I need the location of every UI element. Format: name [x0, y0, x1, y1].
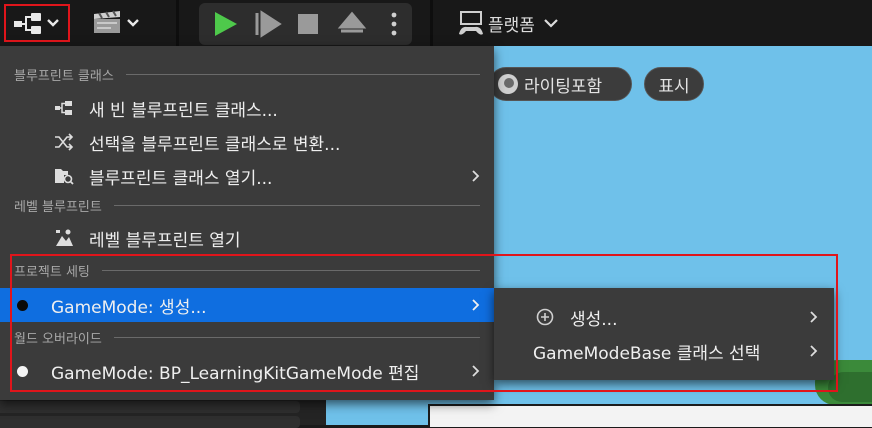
section-title: 레벨 블루프린트 [14, 199, 102, 215]
platforms-menu-button[interactable]: 플랫폼 [456, 8, 561, 38]
chevron-right-icon [472, 365, 480, 377]
blueprint-menu-button[interactable] [4, 4, 70, 42]
submenu-item-create[interactable]: 생성... [494, 300, 834, 334]
main-toolbar: 플랫폼 [0, 0, 872, 46]
viewport-ui-panel [428, 404, 872, 427]
menu-item-new-blueprint-class[interactable]: 새 빈 블루프린트 클래스... [0, 91, 494, 125]
blueprint-dropdown-menu: 블루프린트 클래스 새 빈 블루프린트 클래스... 선택을 블루프린트 클래스… [0, 46, 494, 400]
chevron-right-icon [472, 170, 480, 182]
section-header-blueprint-class: 블루프린트 클래스 [14, 64, 480, 84]
bullet-icon [17, 299, 28, 311]
section-title: 블루프린트 클래스 [14, 68, 114, 84]
gamemode-create-submenu: 생성... GameModeBase 클래스 선택 [494, 288, 834, 380]
toolbar-separator [430, 0, 433, 46]
level-blueprint-icon [54, 228, 74, 248]
menu-item-label: GameMode: 생성... [51, 297, 207, 318]
section-title: 월드 오버라이드 [14, 331, 102, 347]
section-title: 프로젝트 세팅 [14, 264, 90, 280]
chevron-right-icon [810, 311, 818, 323]
chevron-right-icon [810, 345, 818, 357]
submenu-item-label: GameModeBase 클래스 선택 [533, 343, 761, 364]
menu-item-open-level-blueprint[interactable]: 레벨 블루프린트 열기 [0, 221, 494, 255]
platforms-label: 플랫폼 [488, 15, 535, 36]
menu-item-label: 레벨 블루프린트 열기 [89, 230, 241, 251]
clapperboard-icon [94, 10, 139, 33]
chevron-right-icon [472, 299, 480, 311]
submenu-item-label: 생성... [570, 309, 618, 330]
menu-item-gamemode-create[interactable]: GameMode: 생성... [0, 288, 494, 322]
left-panel-row [0, 416, 300, 428]
section-header-world-override: 월드 오버라이드 [14, 327, 480, 347]
left-panel-row [0, 401, 300, 413]
section-header-level-blueprint: 레벨 블루프린트 [14, 195, 480, 215]
lighting-sphere-icon [498, 74, 518, 94]
folder-search-icon [54, 166, 74, 186]
add-circle-icon [536, 308, 554, 326]
menu-item-label: 새 빈 블루프린트 클래스... [89, 100, 278, 121]
submenu-item-select-base-class[interactable]: GameModeBase 클래스 선택 [494, 334, 834, 368]
cinematics-menu-button[interactable] [88, 6, 148, 40]
section-header-project-settings: 프로젝트 세팅 [14, 260, 480, 280]
play-icon [215, 12, 237, 36]
menu-item-gamemode-edit[interactable]: GameMode: BP_LearningKitGameMode 편집 [0, 354, 494, 388]
blueprint-graph-icon [14, 13, 59, 34]
chevron-down-icon [544, 19, 558, 28]
menu-item-convert-to-blueprint[interactable]: 선택을 블루프린트 클래스로 변환... [0, 125, 494, 159]
shuffle-icon [54, 132, 74, 152]
show-flags-button[interactable]: 표시 [644, 67, 704, 101]
show-flags-label: 표시 [658, 76, 690, 97]
toolbar-separator [176, 0, 179, 46]
lighting-mode-button[interactable]: 라이팅포함 [489, 67, 632, 101]
play-controls-icons [215, 10, 397, 38]
play-controls [199, 3, 412, 45]
bullet-icon [17, 365, 28, 377]
blueprint-node-icon [54, 98, 74, 118]
lighting-mode-label: 라이팅포함 [524, 76, 603, 97]
menu-item-label: 선택을 블루프린트 클래스로 변환... [89, 134, 341, 155]
menu-item-label: GameMode: BP_LearningKitGameMode 편집 [51, 363, 420, 384]
viewport-scenery-shadow [828, 372, 872, 402]
menu-item-label: 블루프린트 클래스 열기... [89, 168, 273, 189]
chevron-down-icon [47, 19, 59, 27]
platform-gamepad-icon [459, 11, 483, 35]
menu-item-open-blueprint-class[interactable]: 블루프린트 클래스 열기... [0, 159, 494, 193]
